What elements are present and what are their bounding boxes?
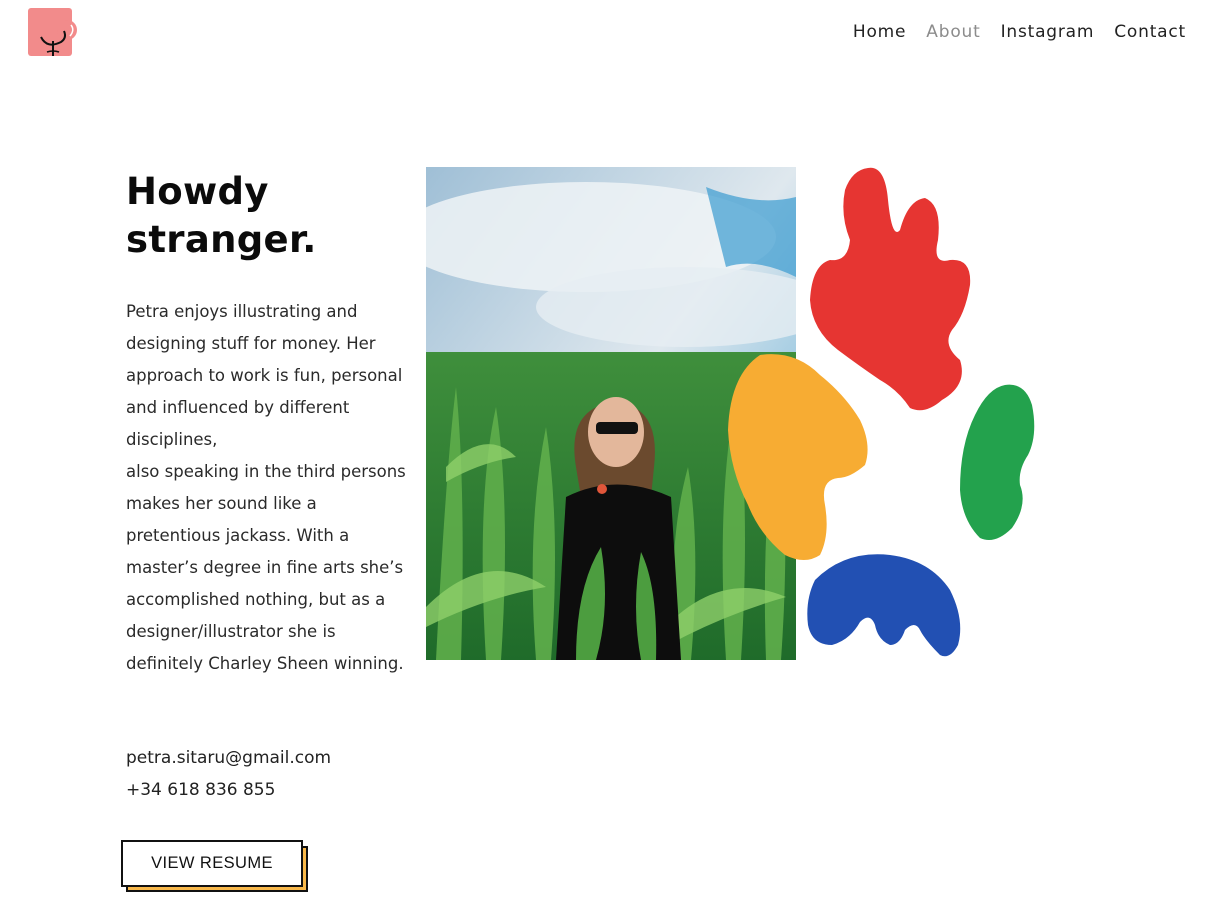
page-title-line2: stranger. xyxy=(126,218,317,261)
nav-contact-link[interactable]: Contact xyxy=(1094,20,1186,44)
brand-logo-icon[interactable] xyxy=(27,7,79,57)
phone-link[interactable]: +34 618 836 855 xyxy=(126,774,426,806)
main-nav: Home About Instagram Contact xyxy=(833,20,1186,44)
blue-blob-shape xyxy=(807,554,961,657)
contact-block: petra.sitaru@gmail.com +34 618 836 855 xyxy=(126,742,426,806)
nav-instagram-link[interactable]: Instagram xyxy=(981,20,1095,44)
resume-button-wrapper: VIEW RESUME xyxy=(121,840,308,892)
nav-home-link[interactable]: Home xyxy=(833,20,906,44)
decorative-shapes-illustration xyxy=(720,160,1050,665)
page-title-line1: Howdy xyxy=(126,170,269,213)
red-blob-shape xyxy=(810,167,971,411)
page-title: Howdy stranger. xyxy=(126,168,426,264)
yellow-blob-shape xyxy=(728,354,868,560)
nav-about-link[interactable]: About xyxy=(906,20,980,44)
view-resume-button[interactable]: VIEW RESUME xyxy=(121,840,303,887)
bio-paragraph: Petra enjoys illustrating and designing … xyxy=(126,302,406,673)
green-blob-shape xyxy=(960,384,1035,541)
email-link[interactable]: petra.sitaru@gmail.com xyxy=(126,742,426,774)
